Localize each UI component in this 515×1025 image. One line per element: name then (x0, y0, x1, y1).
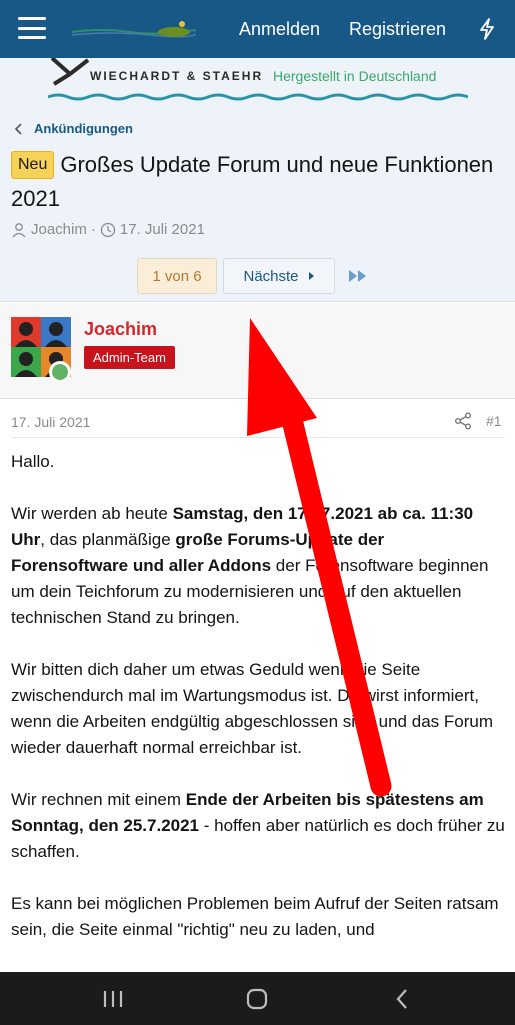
thread-meta: Joachim · 17. Juli 2021 (11, 221, 205, 238)
online-status-icon (49, 361, 71, 383)
thread-title: Neu Großes Update Forum und neue Funktion… (11, 148, 501, 216)
post-body: Hallo. Wir werden ab heute Samstag, den … (11, 449, 505, 969)
next-page-label: Nächste (243, 267, 299, 285)
post-paragraph-2: Wir bitten dich daher um etwas Geduld we… (11, 660, 493, 757)
banner-logo-mark (50, 58, 90, 86)
post-paragraph-3: Wir rechnen mit einem Ende der Arbeiten … (11, 790, 505, 861)
role-badge: Admin-Team (84, 346, 175, 369)
post-meta: 17. Juli 2021 #1 (11, 408, 505, 438)
meta-separator: · (90, 221, 96, 238)
thread-author[interactable]: Joachim (31, 221, 87, 238)
top-navigation-bar: Anmelden Registrieren (0, 0, 515, 58)
banner-brand: WIECHARDT & STAEHR (90, 69, 264, 83)
login-link[interactable]: Anmelden (239, 19, 320, 40)
fast-forward-icon (349, 270, 366, 282)
android-navigation-bar (0, 972, 515, 1025)
banner-tagline: Hergestellt in Deutschland (273, 68, 437, 84)
thread-header: Ankündigungen Neu Großes Update Forum und… (0, 108, 515, 302)
post-user-block: Joachim Admin-Team (0, 303, 515, 399)
thread-title-text: Großes Update Forum und neue Funktionen … (11, 152, 494, 211)
post-number[interactable]: #1 (486, 413, 502, 429)
thread-date[interactable]: 17. Juli 2021 (120, 221, 205, 238)
home-icon[interactable] (246, 988, 268, 1010)
menu-icon[interactable] (18, 17, 46, 39)
banner-wave (48, 93, 468, 101)
post-greeting: Hallo. (11, 452, 55, 471)
next-page-button[interactable]: Nächste (223, 258, 335, 294)
chevron-right-icon (308, 272, 314, 280)
chevron-left-icon (14, 122, 22, 135)
share-icon[interactable] (454, 412, 472, 430)
register-link[interactable]: Registrieren (349, 19, 446, 40)
page-current-button[interactable]: 1 von 6 (137, 258, 217, 294)
post-paragraph-1: Wir werden ab heute Samstag, den 17.07.2… (11, 504, 489, 627)
post-username[interactable]: Joachim (84, 319, 157, 340)
back-icon[interactable] (392, 988, 414, 1010)
recents-icon[interactable] (102, 988, 124, 1010)
site-logo[interactable] (70, 18, 196, 42)
prefix-badge: Neu (11, 151, 55, 179)
last-page-button[interactable] (343, 258, 373, 294)
clock-icon (100, 222, 116, 237)
user-icon (12, 222, 26, 237)
pagination: 1 von 6 Nächste (137, 258, 373, 294)
bolt-icon[interactable] (477, 17, 497, 41)
post-date[interactable]: 17. Juli 2021 (11, 414, 90, 430)
breadcrumb[interactable]: Ankündigungen (14, 121, 133, 136)
post-paragraph-4: Es kann bei möglichen Problemen beim Auf… (11, 894, 499, 939)
site-banner: WIECHARDT & STAEHR Hergestellt in Deutsc… (0, 58, 515, 108)
breadcrumb-label: Ankündigungen (34, 121, 133, 136)
